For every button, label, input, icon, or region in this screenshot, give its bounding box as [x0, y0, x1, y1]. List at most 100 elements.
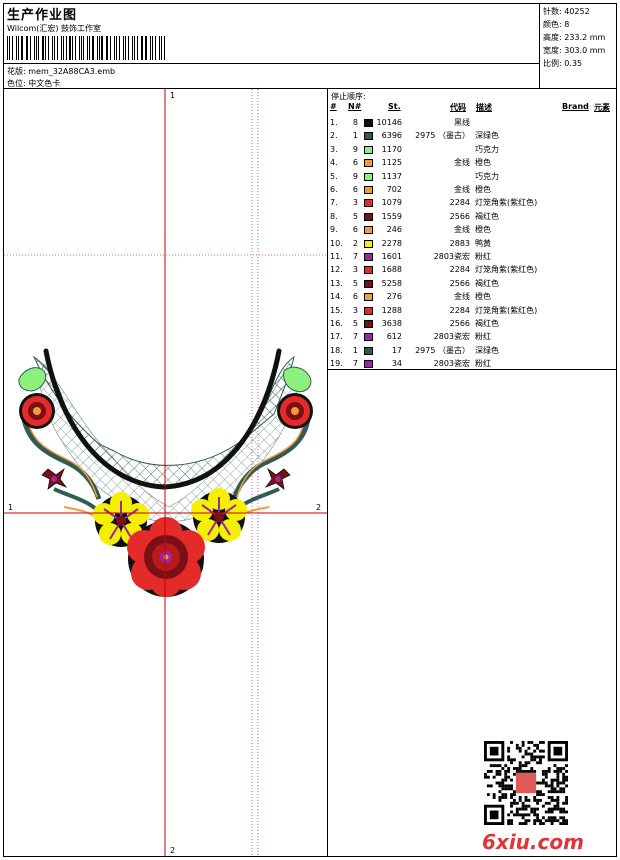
qr-module	[518, 796, 522, 799]
qr-module	[510, 793, 513, 797]
row-description: 灯笼角紫(紫红色)	[475, 305, 538, 315]
barcode-bar	[154, 36, 156, 60]
barcode-bar	[118, 36, 121, 60]
color-swatch	[364, 119, 373, 127]
qr-module	[550, 787, 554, 791]
qr-module	[541, 749, 545, 753]
qr-module	[510, 796, 513, 799]
qr-module	[536, 761, 540, 765]
row-stitches: 612	[386, 332, 402, 342]
row-description: 深绿色	[475, 345, 499, 355]
qr-module	[518, 746, 522, 750]
row-description: 橙色	[475, 185, 491, 194]
qr-module	[530, 752, 534, 756]
row-needle: 3	[352, 265, 358, 275]
qr-finder	[553, 746, 563, 756]
barcode-bar	[97, 36, 98, 60]
guide-label-bottom: 2	[170, 846, 175, 855]
guide-label-top: 1	[170, 91, 175, 100]
qr-module	[544, 801, 548, 805]
row-index: 3.	[330, 144, 338, 154]
qr-module	[498, 784, 502, 788]
barcode-bar	[56, 36, 58, 60]
qr-finder	[489, 746, 499, 756]
qr-module	[486, 769, 490, 773]
qr-code	[484, 741, 568, 825]
qr-module	[553, 798, 557, 802]
qr-module	[533, 798, 537, 802]
qr-module	[533, 769, 537, 773]
qr-module	[550, 822, 554, 825]
header-needle: N#	[348, 102, 362, 111]
row-stitches: 246	[386, 225, 402, 235]
barcode-bar	[72, 36, 73, 60]
color-swatch	[364, 186, 373, 194]
qr-module	[518, 749, 522, 753]
row-code: 2803瓷宏	[433, 252, 470, 261]
qr-module	[512, 790, 516, 794]
sequence-row: 7. 3 1079 2284 灯笼角紫(紫红色)	[328, 196, 616, 209]
qr-module	[489, 769, 493, 773]
qr-module	[562, 807, 566, 811]
qr-module	[495, 764, 499, 768]
row-description: 灯笼角紫(紫红色)	[475, 265, 538, 275]
qr-module	[533, 758, 537, 762]
guide-label-right: 2	[316, 503, 321, 512]
qr-module	[507, 819, 511, 823]
qr-module	[504, 778, 508, 782]
qr-module	[539, 741, 542, 744]
qr-module	[556, 781, 560, 785]
qr-module	[507, 767, 511, 770]
color-swatch	[364, 306, 373, 315]
qr-module	[527, 746, 531, 750]
qr-module	[539, 761, 542, 765]
qr-module	[507, 758, 511, 762]
qr-module	[536, 781, 540, 785]
qr-module	[562, 778, 566, 782]
qr-module	[486, 793, 490, 797]
qr-module	[536, 798, 540, 802]
row-index: 1.	[330, 118, 338, 127]
color-swatch	[364, 132, 373, 141]
qr-module	[541, 816, 545, 820]
qr-module	[550, 796, 554, 799]
barcode-bar	[125, 36, 127, 60]
qr-module	[512, 793, 516, 797]
qr-module	[539, 758, 542, 762]
color-swatch	[364, 159, 373, 168]
barcode-bar	[52, 36, 53, 60]
stat-width: 宽度: 303.0 mm	[543, 46, 606, 55]
qr-module	[507, 749, 511, 753]
sequence-row: 6. 6 702 金线 橙色	[328, 183, 616, 196]
barcode-bar	[133, 36, 136, 60]
barcode-bar	[107, 36, 108, 60]
sequence-row: 5. 9 1137 巧克力	[328, 170, 616, 183]
qr-module	[565, 810, 568, 814]
right-side-flower	[277, 393, 313, 429]
row-index: 15.	[330, 305, 343, 315]
qr-module	[524, 769, 528, 773]
qr-module	[550, 819, 554, 823]
qr-module	[530, 807, 534, 811]
barcode-bar	[140, 36, 142, 60]
qr-module	[547, 769, 551, 773]
qr-module	[562, 787, 566, 791]
qr-module	[521, 801, 525, 805]
header-divider	[4, 63, 540, 64]
row-stitches: 1170	[381, 144, 402, 154]
row-stitches: 1559	[381, 211, 402, 221]
color-swatch	[364, 266, 373, 275]
barcode-bar	[45, 36, 47, 60]
row-needle: 2	[352, 238, 358, 248]
color-swatch	[364, 346, 373, 355]
qr-module	[512, 767, 516, 770]
qr-module	[507, 787, 511, 791]
header-brand: Brand	[562, 102, 589, 111]
color-swatch	[364, 320, 373, 328]
barcode-bar	[15, 36, 17, 60]
row-needle: 6	[352, 158, 358, 168]
qr-module	[539, 822, 542, 825]
qr-module	[556, 772, 560, 776]
qr-module	[486, 784, 490, 788]
qr-module	[515, 746, 519, 750]
